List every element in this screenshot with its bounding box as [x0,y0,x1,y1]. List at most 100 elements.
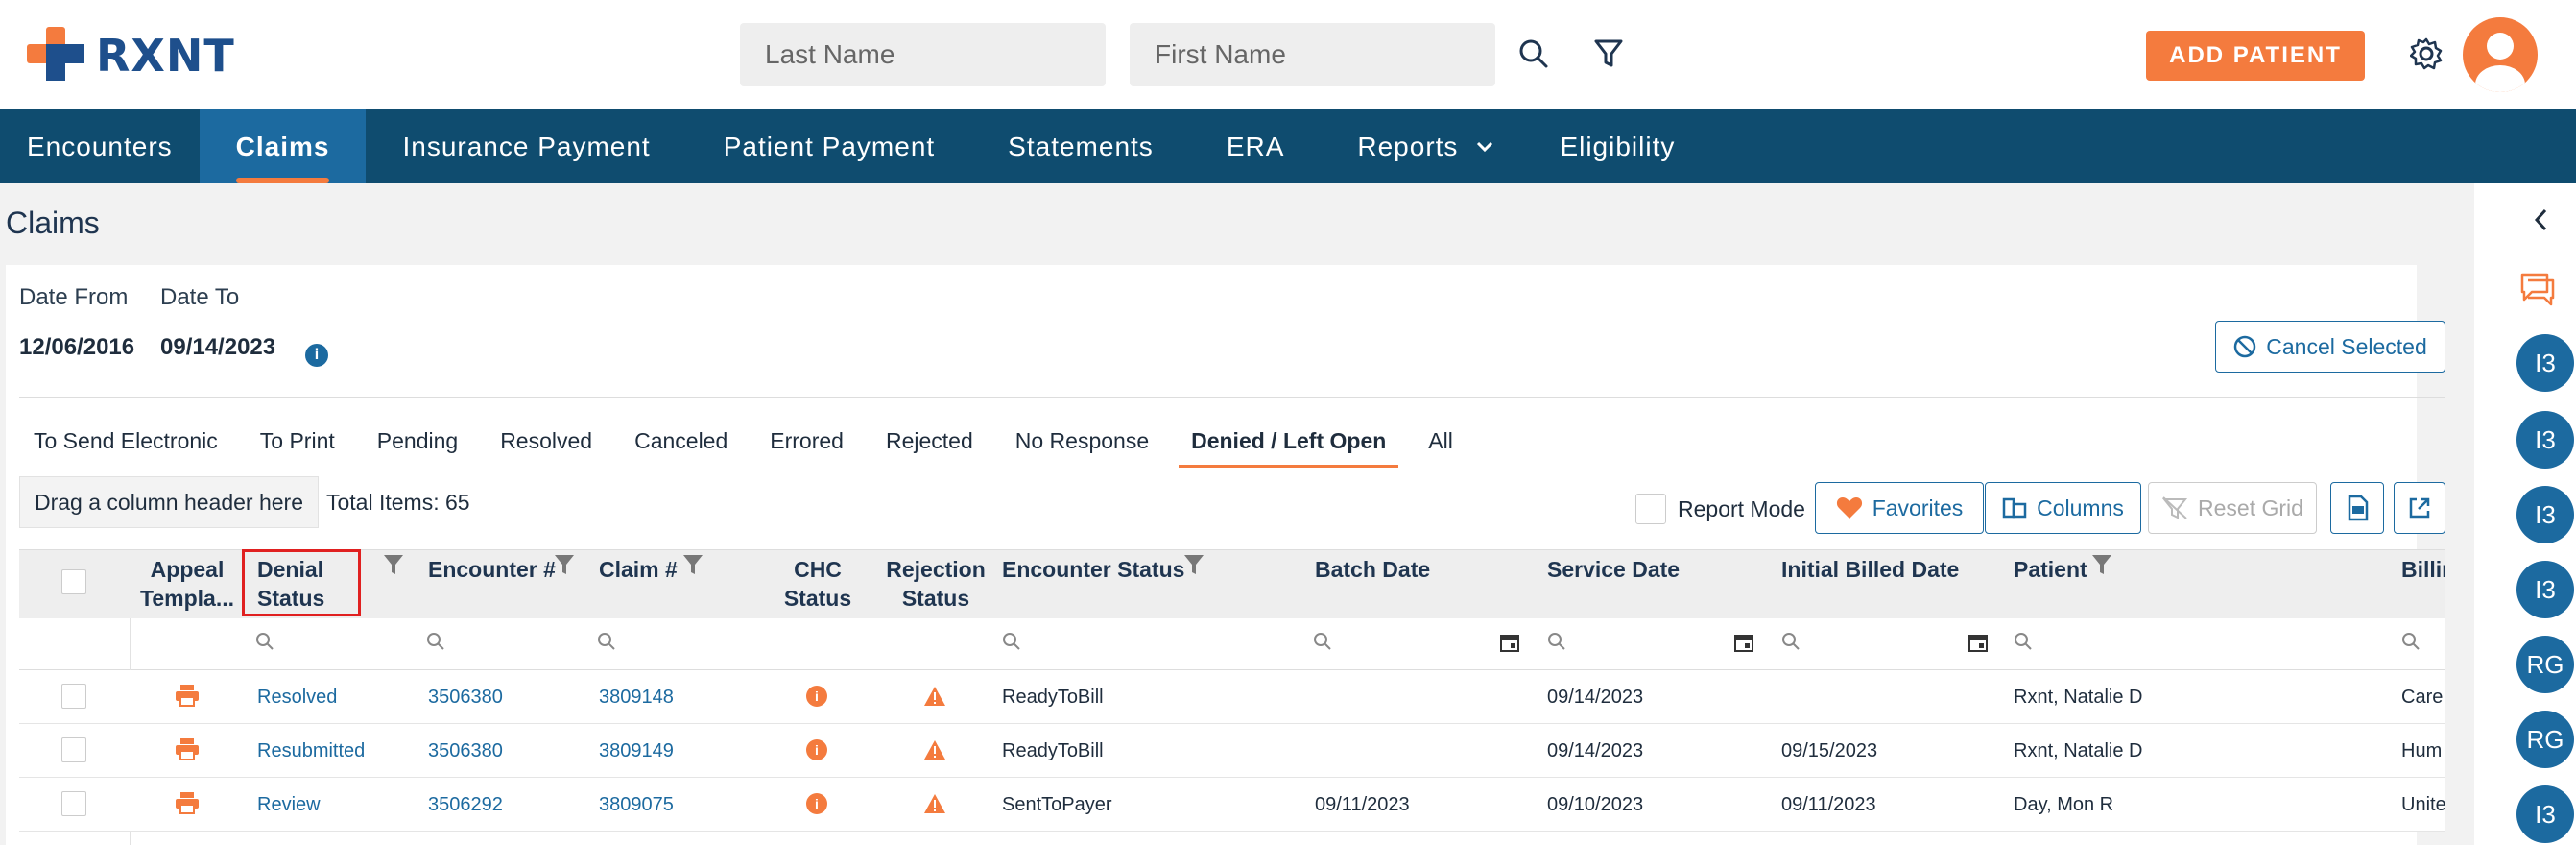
encounter-cell[interactable]: 3506292 [428,794,503,816]
warning-icon[interactable] [923,686,946,707]
warning-icon[interactable] [923,793,946,814]
nav-statements[interactable]: Statements [971,109,1190,183]
col-initial-billed-date[interactable]: Initial Billed Date [1781,555,1959,584]
date-from-value[interactable]: 12/06/2016 [19,334,134,361]
sidebar-avatar[interactable]: RG [2516,636,2574,693]
enc-status-search-icon[interactable] [1002,632,1021,651]
denial-filter-icon[interactable] [382,553,405,578]
table-row[interactable]: Review 3506292 3809075 i SentToPayer 09/… [19,778,2445,832]
nav-insurance-payment[interactable]: Insurance Payment [366,109,686,183]
col-chc-status[interactable]: CHC Status [777,555,858,613]
col-batch-date[interactable]: Batch Date [1315,555,1430,584]
row-checkbox[interactable] [61,684,86,709]
last-name-input[interactable]: Last Name [740,23,1106,86]
report-mode-toggle[interactable]: Report Mode [1635,494,1805,524]
chc-info-icon[interactable]: i [806,739,827,760]
table-row[interactable]: Resubmitted 3506380 3809149 i ReadyToBil… [19,724,2445,778]
tab-canceled[interactable]: Canceled [622,422,740,468]
encounter-cell[interactable]: 3506380 [428,740,503,762]
tab-all[interactable]: All [1416,422,1466,468]
warning-icon[interactable] [923,739,946,760]
encounter-status-filter-icon[interactable] [1182,553,1205,578]
tab-resolved[interactable]: Resolved [488,422,605,468]
gear-icon[interactable] [2407,35,2445,73]
chc-info-icon[interactable]: i [806,686,827,707]
claim-cell[interactable]: 3809149 [599,740,674,762]
nav-eligibility[interactable]: Eligibility [1504,109,1711,183]
sidebar-avatar[interactable]: RG [2516,711,2574,768]
denial-status-cell[interactable]: Resubmitted [257,740,365,762]
sidebar-avatar[interactable]: I3 [2516,411,2574,469]
col-patient[interactable]: Patient [2014,555,2087,584]
nav-patient-payment[interactable]: Patient Payment [687,109,971,183]
col-claim[interactable]: Claim # [599,555,678,584]
col-billing[interactable]: Billin [2401,555,2445,584]
nav-claims[interactable]: Claims [199,109,367,183]
encounter-filter-icon[interactable] [553,553,576,578]
col-encounter-status[interactable]: Encounter Status [1002,555,1184,584]
initial-search-icon[interactable] [1781,632,1801,651]
claim-cell[interactable]: 3809075 [599,794,674,816]
table-row[interactable]: Resolved 3506380 3809148 i ReadyToBill 0… [19,670,2445,724]
chevron-left-icon[interactable] [2532,207,2551,232]
billing-search-icon[interactable] [2401,632,2421,651]
rxnt-logo[interactable]: RXNT [27,27,235,84]
info-icon[interactable]: i [305,344,328,367]
add-patient-button[interactable]: ADD PATIENT [2146,31,2365,81]
claim-search-icon[interactable] [597,632,616,651]
patient-filter-icon[interactable] [2090,553,2113,578]
nav-reports[interactable]: Reports [1321,109,1504,183]
service-calendar-icon[interactable] [1733,632,1754,653]
batch-calendar-icon[interactable] [1499,632,1520,653]
user-avatar[interactable] [2463,17,2538,92]
col-rejection-status[interactable]: Rejection Status [883,555,989,613]
denial-status-cell[interactable]: Resolved [257,687,337,709]
row-checkbox[interactable] [61,791,86,816]
encounter-cell[interactable]: 3506380 [428,687,503,709]
pdf-export-button[interactable] [2330,482,2384,534]
sidebar-avatar[interactable]: I3 [2516,561,2574,618]
reset-grid-button[interactable]: Reset Grid [2148,482,2317,534]
tab-pending[interactable]: Pending [365,422,470,468]
col-encounter[interactable]: Encounter # [428,555,556,584]
group-drop-zone[interactable]: Drag a column header here [19,476,319,528]
search-icon[interactable] [1515,35,1553,73]
export-button[interactable] [2394,482,2445,534]
date-to-value[interactable]: 09/14/2023 [160,334,275,361]
claim-cell[interactable]: 3809148 [599,687,674,709]
batch-search-icon[interactable] [1313,632,1332,651]
service-search-icon[interactable] [1547,632,1566,651]
tab-no-response[interactable]: No Response [1003,422,1161,468]
print-icon[interactable] [175,791,200,814]
favorites-button[interactable]: Favorites [1815,482,1984,534]
columns-button[interactable]: Columns [1985,482,2141,534]
print-icon[interactable] [175,737,200,760]
nav-era[interactable]: ERA [1190,109,1322,183]
nav-encounters[interactable]: Encounters [0,109,200,183]
patient-search-icon[interactable] [2014,632,2033,651]
tab-to-print[interactable]: To Print [248,422,347,468]
col-service-date[interactable]: Service Date [1547,555,1680,584]
row-checkbox[interactable] [61,737,86,762]
first-name-input[interactable]: First Name [1130,23,1495,86]
tab-to-send-electronic[interactable]: To Send Electronic [21,422,230,468]
filter-icon[interactable] [1589,35,1628,73]
sidebar-avatar[interactable]: I3 [2516,334,2574,392]
select-all-checkbox[interactable] [61,569,86,594]
col-appeal-template[interactable]: Appeal Templa... [134,555,240,613]
denial-status-cell[interactable]: Review [257,794,321,816]
initial-calendar-icon[interactable] [1968,632,1989,653]
sidebar-avatar[interactable]: I3 [2516,486,2574,543]
report-mode-checkbox[interactable] [1635,494,1666,524]
print-icon[interactable] [175,684,200,707]
claim-filter-icon[interactable] [681,553,704,578]
denial-search-icon[interactable] [255,632,274,651]
encounter-search-icon[interactable] [426,632,445,651]
sidebar-avatar[interactable]: I3 [2516,785,2574,843]
chc-info-icon[interactable]: i [806,793,827,814]
tab-rejected[interactable]: Rejected [873,422,986,468]
tab-denied-left-open[interactable]: Denied / Left Open [1179,422,1399,468]
cancel-selected-button[interactable]: Cancel Selected [2215,321,2445,373]
tab-errored[interactable]: Errored [757,422,856,468]
chat-icon[interactable] [2518,271,2557,307]
